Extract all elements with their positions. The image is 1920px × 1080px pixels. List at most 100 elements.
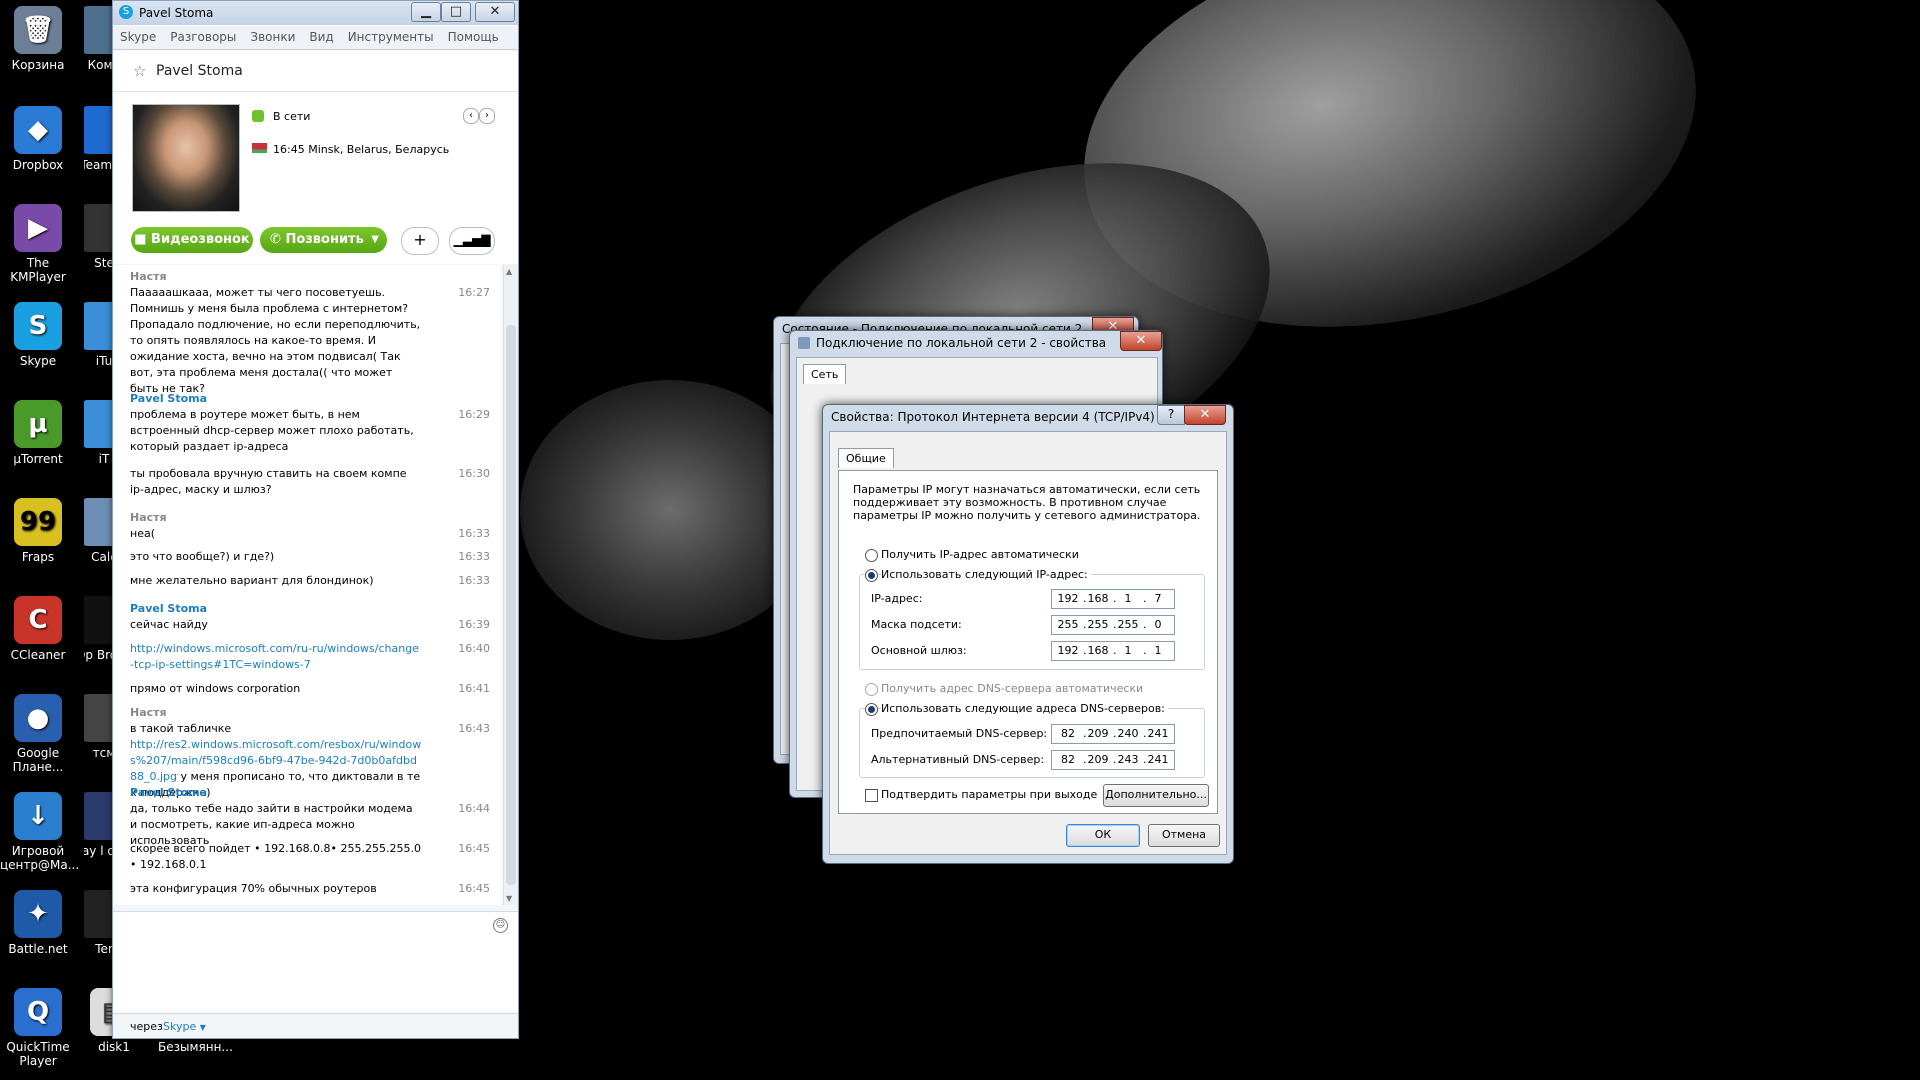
maximize-button[interactable]: □ bbox=[441, 2, 471, 22]
chat-message: Настя в такой табличке 16:43 bbox=[130, 705, 490, 737]
close-button[interactable]: ✕ bbox=[475, 2, 515, 22]
message-text: скорее всего пойдет • 192.168.0.8• 255.2… bbox=[130, 842, 422, 871]
chat-message: это что вообще?) и где?) 16:33 bbox=[130, 549, 490, 565]
manual-ip-label[interactable]: Использовать следующий IP-адрес: bbox=[881, 568, 1091, 581]
ccleaner-icon: C bbox=[14, 596, 62, 644]
desktop-icon-label[interactable]: Безымянн... bbox=[158, 1040, 233, 1054]
star-icon[interactable]: ☆ bbox=[133, 62, 146, 80]
alternate-dns-field[interactable]: 82. 209. 243. 241 bbox=[1051, 750, 1175, 770]
auto-ip-label[interactable]: Получить IP-адрес автоматически bbox=[881, 548, 1079, 561]
phone-icon: ✆ bbox=[270, 232, 281, 247]
help-button[interactable]: ? bbox=[1157, 405, 1185, 425]
avatar[interactable] bbox=[132, 104, 240, 212]
chat-message: Pavel Stoma сейчас найду 16:39 bbox=[130, 601, 490, 633]
manual-dns-label[interactable]: Использовать следующие адреса DNS-сервер… bbox=[881, 702, 1168, 715]
message-link[interactable]: http://windows.microsoft.com/ru-ru/windo… bbox=[130, 641, 422, 673]
desktop-icon[interactable]: ● Google Плане... bbox=[0, 694, 76, 774]
emoticon-icon[interactable]: ☺ bbox=[493, 918, 508, 933]
chat-scrollbar[interactable]: ▲ ▼ bbox=[503, 265, 518, 905]
desktop-icon[interactable]: 🗑 Корзина bbox=[0, 6, 76, 72]
menu-help[interactable]: Помощь bbox=[441, 27, 506, 47]
dialog-title: Подключение по локальной сети 2 - свойст… bbox=[816, 336, 1107, 350]
message-sender: Pavel Stoma bbox=[130, 602, 208, 615]
menu-conversations[interactable]: Разговоры bbox=[163, 27, 243, 47]
manual-dns-radio[interactable] bbox=[865, 703, 878, 716]
menu-calls[interactable]: Звонки bbox=[243, 27, 302, 47]
chat-message: скорее всего пойдет • 192.168.0.8• 255.2… bbox=[130, 841, 490, 873]
subnet-mask-field[interactable]: 255. 255. 255. 0 bbox=[1051, 615, 1175, 635]
tab-network[interactable]: Сеть bbox=[803, 364, 847, 384]
via-bar: через Skype ▼ bbox=[113, 1013, 518, 1038]
ip-address-field[interactable]: 192. 168. 1. 7 bbox=[1051, 589, 1175, 609]
message-time: 16:39 bbox=[458, 618, 490, 631]
dialog-title: Свойства: Протокол Интернета версии 4 (T… bbox=[831, 410, 1155, 424]
validate-checkbox[interactable] bbox=[865, 789, 878, 802]
message-time: 16:43 bbox=[458, 722, 490, 735]
network-icon bbox=[798, 337, 810, 349]
close-button[interactable]: ✕ bbox=[1120, 331, 1162, 351]
ipv4-properties-dialog: Свойства: Протокол Интернета версии 4 (T… bbox=[822, 404, 1234, 864]
status-text: В сети bbox=[273, 110, 311, 123]
auto-ip-radio[interactable] bbox=[865, 549, 878, 562]
auto-dns-label[interactable]: Получить адрес DNS-сервера автоматически bbox=[881, 682, 1143, 695]
scroll-up-icon[interactable]: ▲ bbox=[506, 267, 512, 276]
desktop-icon[interactable]: ◆ Dropbox bbox=[0, 106, 76, 172]
chat-message: Настя неа( 16:33 bbox=[130, 510, 490, 542]
desktop-icon[interactable]: 99 Fraps bbox=[0, 498, 76, 564]
ok-button[interactable]: ОК bbox=[1066, 824, 1140, 847]
video-call-button[interactable]: ■ Видеозвонок bbox=[131, 227, 253, 253]
validate-label[interactable]: Подтвердить параметры при выходе bbox=[881, 788, 1097, 801]
chat-message: эта конфигурация 70% обычных роутеров 16… bbox=[130, 881, 490, 897]
title-bar[interactable]: S Pavel Stoma ▁ □ ✕ bbox=[113, 1, 518, 25]
message-time: 16:27 bbox=[458, 286, 490, 299]
call-button[interactable]: ✆ Позвонить ▼ bbox=[260, 227, 387, 253]
advanced-button[interactable]: Дополнительно... bbox=[1103, 784, 1209, 807]
message-text: неа( bbox=[130, 527, 155, 540]
desktop-icon[interactable]: ✦ Battle.net bbox=[0, 890, 76, 956]
message-text: эта конфигурация 70% обычных роутеров bbox=[130, 882, 377, 895]
menu-tools[interactable]: Инструменты bbox=[341, 27, 441, 47]
message-input[interactable]: ☺ bbox=[113, 911, 518, 1012]
chat-history[interactable]: Настя Пааааашкааа, может ты чего посовет… bbox=[113, 265, 501, 905]
add-button[interactable]: + bbox=[401, 227, 439, 255]
message-text: Пааааашкааа, может ты чего посоветуешь. … bbox=[130, 286, 421, 395]
desktop-icon[interactable]: ▶ The KMPlayer bbox=[0, 204, 76, 284]
contact-name: Pavel Stoma bbox=[156, 63, 243, 79]
desktop-icon[interactable]: S Skype bbox=[0, 302, 76, 368]
message-sender: Pavel Stoma bbox=[130, 392, 208, 405]
scrollbar-thumb[interactable] bbox=[506, 325, 516, 885]
chat-message: мне желательно вариант для блондинок) 16… bbox=[130, 573, 490, 589]
fraps-icon: 99 bbox=[14, 498, 62, 546]
gateway-field[interactable]: 192. 168. 1. 1 bbox=[1051, 641, 1175, 661]
message-text: ты пробовала вручную ставить на своем ко… bbox=[130, 467, 407, 496]
desktop-icon[interactable]: Q QuickTime Player bbox=[0, 988, 76, 1068]
menu-bar: Skype Разговоры Звонки Вид Инструменты Помощь bbox=[113, 27, 518, 50]
desktop-icon[interactable]: µ µTorrent bbox=[0, 400, 76, 466]
tab-content: Параметры IP могут назначаться автоматич… bbox=[838, 470, 1218, 814]
menu-skype[interactable]: Skype bbox=[113, 27, 163, 47]
via-skype-link[interactable]: Skype ▼ bbox=[163, 1020, 206, 1033]
scroll-down-icon[interactable]: ▼ bbox=[506, 894, 512, 903]
call-quality-button[interactable]: ▁▃▅▇ bbox=[449, 227, 495, 255]
manual-ip-radio[interactable] bbox=[865, 569, 878, 582]
auto-dns-radio[interactable] bbox=[865, 683, 878, 696]
message-time: 16:45 bbox=[458, 842, 490, 855]
next-arrow-icon[interactable]: › bbox=[479, 108, 495, 124]
message-sender: Настя bbox=[130, 270, 167, 283]
menu-view[interactable]: Вид bbox=[302, 27, 340, 47]
message-sender: Pavel Stoma bbox=[130, 786, 208, 799]
desktop-icon[interactable]: ↓ Игровой центр@Ma... bbox=[0, 792, 79, 872]
tab-general[interactable]: Общие bbox=[838, 448, 894, 468]
minimize-button[interactable]: ▁ bbox=[411, 2, 441, 22]
dropdown-icon: ▼ bbox=[199, 1023, 206, 1032]
preferred-dns-field[interactable]: 82. 209. 240. 241 bbox=[1051, 724, 1175, 744]
cancel-button[interactable]: Отмена bbox=[1148, 824, 1220, 847]
call-dropdown-icon[interactable]: ▼ bbox=[371, 227, 379, 253]
prev-arrow-icon[interactable]: ‹ bbox=[463, 108, 479, 124]
message-time: 16:45 bbox=[458, 882, 490, 895]
message-time: 16:30 bbox=[458, 467, 490, 480]
game-center-icon: ↓ bbox=[14, 792, 62, 840]
desktop-icon[interactable]: C CCleaner bbox=[0, 596, 76, 662]
close-button[interactable]: ✕ bbox=[1184, 405, 1226, 425]
chat-message: прямо от windows corporation 16:41 bbox=[130, 681, 490, 697]
